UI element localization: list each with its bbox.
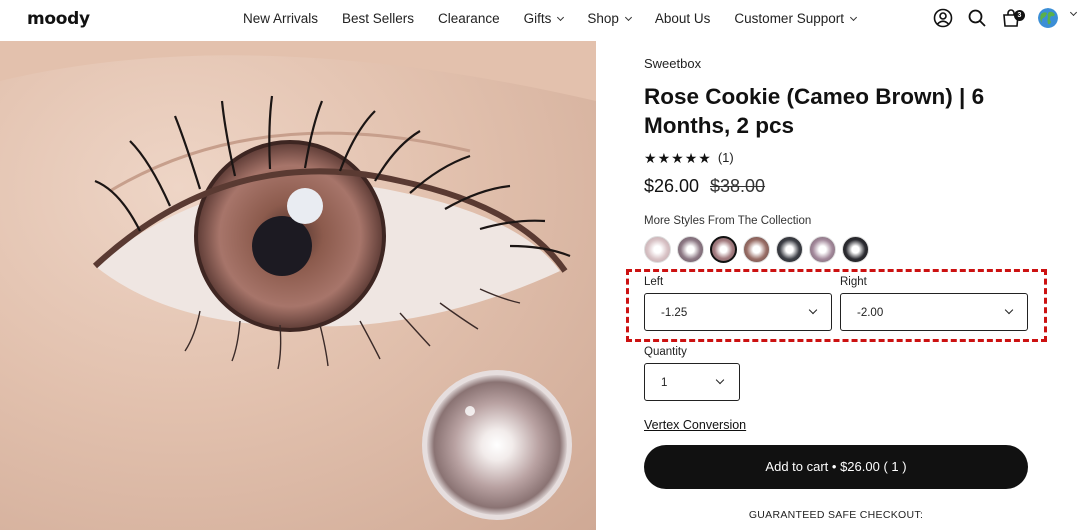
main-nav: New Arrivals Best Sellers Clearance Gift… — [243, 11, 880, 26]
nav-clearance[interactable]: Clearance — [438, 11, 500, 26]
style-swatch[interactable] — [677, 236, 704, 263]
nav-gifts[interactable]: Gifts — [523, 11, 565, 26]
star-icon: ★ — [657, 149, 671, 166]
nav-best-sellers[interactable]: Best Sellers — [342, 11, 414, 26]
chevron-down-icon — [624, 13, 632, 21]
star-icon: ★ — [698, 149, 711, 166]
star-icon: ★ — [684, 149, 698, 166]
nav-label: Best Sellers — [342, 11, 415, 26]
globe-icon[interactable] — [1038, 8, 1058, 28]
search-icon[interactable] — [967, 8, 987, 28]
nav-label: Shop — [587, 11, 619, 26]
add-to-cart-button[interactable]: Add to cart • $26.00 ( 1 ) — [644, 445, 1028, 489]
guaranteed-checkout-label: GUARANTEED SAFE CHECKOUT: — [748, 509, 924, 521]
chevron-down-icon — [715, 375, 725, 385]
style-swatches — [644, 236, 875, 263]
highlight-annotation — [626, 269, 1047, 342]
style-swatch[interactable] — [776, 236, 803, 263]
cart-count-badge: 3 — [1014, 10, 1025, 21]
eye-lens-illustration — [0, 41, 596, 520]
compare-price: $38.00 — [710, 176, 766, 196]
product-title: Rose Cookie (Cameo Brown) | 6 Months, 2 … — [644, 84, 985, 138]
product-brand[interactable]: Sweetbox — [644, 56, 701, 71]
chevron-down-icon — [849, 13, 858, 21]
sale-price: $26.00 — [644, 176, 700, 196]
nav-new-arrivals[interactable]: New Arrivals — [243, 11, 318, 26]
quantity-select[interactable]: 1 — [644, 363, 740, 401]
nav-label: About Us — [654, 11, 711, 26]
rating[interactable]: ★ ★ ★ ★ ★ (1) — [644, 150, 734, 165]
nav-shop[interactable]: Shop — [587, 11, 632, 26]
vertex-conversion-link[interactable]: Vertex Conversion — [644, 418, 746, 432]
star-icon: ★ — [644, 149, 657, 166]
star-icon: ★ — [671, 149, 684, 166]
style-swatch[interactable] — [743, 236, 770, 263]
more-styles-label: More Styles From The Collection — [644, 215, 812, 227]
nav-label: Gifts — [523, 11, 552, 26]
style-swatch[interactable] — [809, 236, 836, 263]
style-swatch-selected[interactable] — [710, 236, 737, 263]
product-image[interactable] — [0, 41, 596, 530]
account-icon[interactable] — [933, 8, 953, 28]
style-swatch[interactable] — [644, 236, 671, 263]
nav-label: New Arrivals — [243, 11, 319, 26]
nav-about-us[interactable]: About Us — [655, 11, 711, 26]
site-header: moody New Arrivals Best Sellers Clearanc… — [0, 0, 1080, 40]
chevron-down-icon[interactable] — [1069, 8, 1078, 17]
nav-label: Customer Support — [734, 11, 844, 26]
nav-customer-support[interactable]: Customer Support — [734, 11, 858, 26]
quantity-value: 1 — [661, 377, 668, 389]
chevron-down-icon — [557, 13, 565, 21]
style-swatch[interactable] — [842, 236, 869, 263]
brand-logo[interactable]: moody — [27, 9, 90, 29]
nav-label: Clearance — [438, 11, 500, 26]
quantity-label: Quantity — [644, 346, 687, 358]
review-count: (1) — [717, 150, 734, 165]
